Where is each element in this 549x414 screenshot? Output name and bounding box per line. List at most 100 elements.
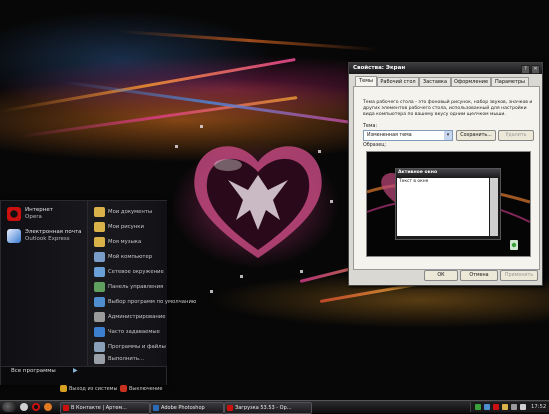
network-tray-icon[interactable] bbox=[475, 404, 481, 410]
taskbar: В Контакте | Артем... Adobe Photoshop За… bbox=[0, 400, 549, 414]
place-label: Администрирование bbox=[108, 314, 166, 320]
pinned-email[interactable]: Электронная почта Outlook Express bbox=[5, 227, 85, 247]
task-label: Adobe Photoshop bbox=[161, 405, 205, 411]
pinned-title: Электронная почта bbox=[25, 229, 82, 235]
place-my-documents[interactable]: Мои документы bbox=[92, 205, 166, 220]
preview-scrollbar bbox=[490, 178, 498, 236]
place-label: Сетевое окружение bbox=[108, 269, 164, 275]
chevron-down-icon[interactable]: ▾ bbox=[444, 131, 452, 140]
control-panel-icon bbox=[94, 282, 105, 292]
logoff-icon bbox=[60, 385, 67, 392]
network-icon bbox=[94, 267, 105, 277]
power-icon bbox=[120, 385, 127, 392]
antivirus-icon[interactable] bbox=[493, 404, 499, 410]
opera-icon[interactable] bbox=[32, 403, 40, 411]
pinned-subtitle: Outlook Express bbox=[25, 236, 70, 242]
place-my-computer[interactable]: Мой компьютер bbox=[92, 250, 166, 265]
recycle-bin-icon bbox=[510, 240, 518, 250]
tray-app-icon[interactable] bbox=[484, 404, 490, 410]
save-theme-button[interactable]: Сохранить... bbox=[456, 130, 496, 141]
system-tray: 17:52 bbox=[470, 402, 549, 412]
preview-window-title: Активное окно bbox=[398, 170, 438, 175]
glass-shard bbox=[318, 150, 321, 153]
show-desktop-icon[interactable] bbox=[20, 403, 28, 411]
glass-heart-graphic bbox=[194, 146, 322, 258]
place-network[interactable]: Сетевое окружение bbox=[92, 265, 166, 280]
logoff-button[interactable]: Выход из системы bbox=[58, 383, 118, 394]
place-label: Программы и файлы bbox=[108, 344, 166, 350]
admin-tools-icon bbox=[94, 312, 105, 322]
task-label: В Контакте | Артем... bbox=[71, 405, 127, 411]
dialog-title: Свойства: Экран bbox=[353, 65, 406, 71]
opera-icon bbox=[63, 405, 69, 411]
place-my-pictures[interactable]: Мои рисунки bbox=[92, 220, 166, 235]
place-help[interactable]: Часто задаваемые bbox=[92, 325, 166, 340]
outlook-express-icon bbox=[7, 229, 21, 243]
apply-button[interactable]: Применить bbox=[500, 270, 538, 281]
start-button[interactable] bbox=[2, 402, 16, 412]
logoff-label: Выход из системы bbox=[69, 386, 118, 392]
place-label: Панель управления bbox=[108, 284, 164, 290]
all-programs-button[interactable]: Все программы bbox=[11, 368, 56, 374]
language-icon[interactable] bbox=[511, 404, 517, 410]
search-icon bbox=[94, 342, 105, 352]
opera-icon bbox=[7, 207, 21, 221]
close-button[interactable]: ✕ bbox=[531, 65, 540, 74]
start-menu: Интернет Opera Электронная почта Outlook… bbox=[0, 200, 196, 385]
run-icon bbox=[94, 354, 105, 364]
photoshop-icon bbox=[153, 405, 159, 411]
folder-icon bbox=[94, 237, 105, 247]
place-label: Моя музыка bbox=[108, 239, 142, 245]
preview-label: Образец: bbox=[363, 143, 387, 148]
theme-select[interactable]: Измененная тема ▾ bbox=[363, 130, 453, 141]
place-control-panel[interactable]: Панель управления bbox=[92, 280, 166, 295]
themes-description: Тема рабочего стола - это фоновый рисуно… bbox=[363, 100, 533, 117]
place-label: Мой компьютер bbox=[108, 254, 153, 260]
place-label: Выполнить... bbox=[108, 356, 145, 362]
glass-shard bbox=[330, 200, 333, 203]
task-photoshop[interactable]: Adobe Photoshop bbox=[150, 402, 224, 414]
tray-app-icon[interactable] bbox=[502, 404, 508, 410]
pinned-internet[interactable]: Интернет Opera bbox=[5, 205, 85, 225]
place-run[interactable]: Выполнить... bbox=[92, 353, 166, 366]
start-menu-places-pane: Мои документы Мои рисунки Моя музыка Мой… bbox=[87, 201, 196, 366]
place-default-programs[interactable]: Выбор программ по умолчанию bbox=[92, 295, 196, 310]
delete-theme-button[interactable]: Удалить bbox=[498, 130, 534, 141]
preview-window-text: Текст в окне bbox=[399, 179, 429, 184]
folder-icon bbox=[94, 207, 105, 217]
preview-titlebar: Активное окно bbox=[396, 169, 500, 177]
wallpaper-streak bbox=[119, 30, 380, 52]
place-my-music[interactable]: Моя музыка bbox=[92, 235, 166, 250]
place-label: Мои документы bbox=[108, 209, 153, 215]
task-vkontakte[interactable]: В Контакте | Артем... bbox=[60, 402, 150, 414]
theme-select-value: Измененная тема bbox=[367, 133, 412, 138]
wallpaper-streak bbox=[59, 80, 358, 125]
folder-icon bbox=[94, 222, 105, 232]
clock: 17:52 bbox=[531, 404, 547, 410]
place-label: Мои рисунки bbox=[108, 224, 144, 230]
help-icon bbox=[94, 327, 105, 337]
preview-window-body: Текст в окне bbox=[397, 178, 489, 236]
theme-label: Тема: bbox=[363, 124, 378, 129]
task-download[interactable]: Загрузка 53.53 - Ор... bbox=[224, 402, 312, 414]
dialog-titlebar[interactable]: Свойства: Экран ? ✕ bbox=[349, 63, 542, 74]
preview-active-window: Активное окно Текст в окне bbox=[395, 168, 501, 240]
pinned-title: Интернет bbox=[25, 207, 53, 213]
glass-shard bbox=[210, 290, 213, 293]
theme-preview: Активное окно Текст в окне bbox=[366, 151, 531, 257]
ok-button[interactable]: ОК bbox=[424, 270, 458, 281]
shutdown-button[interactable]: Выключение bbox=[118, 383, 166, 394]
help-button[interactable]: ? bbox=[521, 65, 530, 74]
start-menu-programs-pane: Интернет Opera Электронная почта Outlook… bbox=[1, 201, 87, 366]
cancel-button[interactable]: Отмена bbox=[460, 270, 498, 281]
volume-icon[interactable] bbox=[520, 404, 526, 410]
place-admin-tools[interactable]: Администрирование bbox=[92, 310, 166, 325]
task-label: Загрузка 53.53 - Ор... bbox=[235, 405, 292, 411]
opera-icon bbox=[227, 405, 233, 411]
glass-shard bbox=[200, 125, 203, 128]
media-player-icon[interactable] bbox=[44, 403, 52, 411]
default-programs-icon bbox=[94, 297, 105, 307]
glass-shard bbox=[300, 270, 303, 273]
glass-shard bbox=[240, 275, 243, 278]
place-label: Часто задаваемые bbox=[108, 329, 160, 335]
